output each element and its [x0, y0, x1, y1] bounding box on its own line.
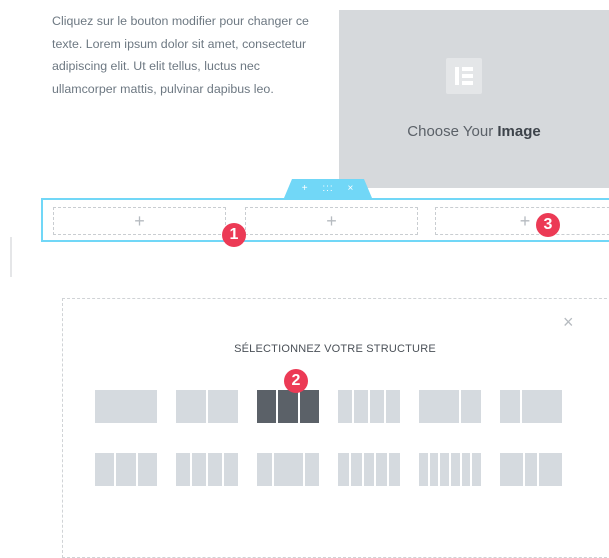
structure-preset-1-column[interactable]	[95, 390, 157, 423]
section-handle[interactable]: + ::: ×	[284, 179, 372, 198]
structure-preset-3-columns-selected[interactable]	[257, 390, 319, 423]
structure-preset-wide-center[interactable]	[257, 453, 319, 486]
structure-panel	[62, 298, 609, 558]
structure-preset-narrow-center[interactable]	[500, 453, 562, 486]
annotation-badge-2: 2	[284, 369, 308, 393]
add-widget-icon[interactable]: +	[520, 211, 531, 231]
add-widget-icon[interactable]: +	[326, 211, 337, 231]
add-section-icon[interactable]: +	[302, 179, 309, 198]
structure-preset-wide-left[interactable]	[419, 390, 481, 423]
annotation-badge-3: 3	[536, 213, 560, 237]
structure-preset-2-columns[interactable]	[176, 390, 238, 423]
column-2[interactable]: +	[245, 207, 418, 235]
column-3[interactable]: +	[435, 207, 609, 235]
structure-preset-6-columns[interactable]	[419, 453, 482, 486]
delete-section-icon[interactable]: ×	[347, 179, 354, 198]
structure-preset-wide-right[interactable]	[500, 390, 562, 423]
close-icon[interactable]: ×	[563, 313, 574, 331]
structure-title: SÉLECTIONNEZ VOTRE STRUCTURE	[234, 343, 436, 355]
column-1[interactable]: +	[53, 207, 226, 235]
structure-preset-4-columns-b[interactable]	[176, 453, 238, 486]
drag-handle-icon[interactable]: :::	[322, 179, 333, 198]
annotation-badge-1: 1	[222, 223, 246, 247]
add-widget-icon[interactable]: +	[134, 211, 145, 231]
text-paragraph[interactable]: Cliquez sur le bouton modifier pour chan…	[52, 10, 322, 100]
image-placeholder[interactable]: Choose Your Image	[339, 10, 609, 188]
structure-preset-5-columns[interactable]	[338, 453, 400, 486]
section[interactable]: + + +	[41, 198, 609, 242]
structure-preset-3-columns-b[interactable]	[95, 453, 157, 486]
structure-preset-4-columns[interactable]	[338, 390, 400, 423]
choose-image-label: Choose Your Image	[407, 123, 541, 140]
divider	[10, 237, 12, 277]
elementor-logo-icon	[446, 58, 482, 94]
